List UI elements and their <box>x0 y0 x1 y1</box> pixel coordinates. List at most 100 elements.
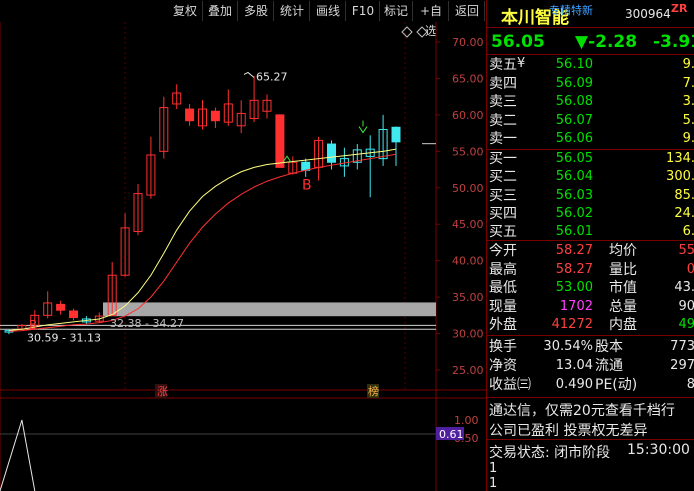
toolbar-button-7[interactable]: +自选 <box>414 1 449 38</box>
fin-label-a-1: 净资 <box>489 358 517 374</box>
ytick-label-8: 30.00 <box>452 328 484 341</box>
support-zone <box>103 302 436 317</box>
toolbar-button-8[interactable]: 返回 <box>450 1 485 21</box>
trade-status: 交易状态: 闭市阶段 <box>489 445 611 461</box>
stat-label-b-4: 内盘 <box>609 317 637 333</box>
fin-value-b-0: 773 <box>670 339 694 354</box>
left-signal-marker: B <box>29 318 37 332</box>
bid-price-1: 56.04 <box>555 169 593 185</box>
ytick-label-7: 35.00 <box>452 291 484 304</box>
fin-value-b-1: 297 <box>670 358 694 373</box>
bid-price-3: 56.02 <box>555 205 593 221</box>
ask-vol-2: 3. <box>682 94 694 109</box>
ad-text[interactable]: 通达信，仅需20元查看千档行 <box>489 400 675 420</box>
toolbar-button-6[interactable]: 标记 <box>380 1 413 21</box>
yuan-mark: ¥ <box>517 56 526 71</box>
ind-tick-0: 1.00 <box>454 414 479 427</box>
bid-vol-4: 6. <box>682 224 694 240</box>
stat-value-a-2: 53.00 <box>555 280 593 295</box>
stat-value-b-0: 55 <box>678 243 694 258</box>
ytick-label-6: 40.00 <box>452 255 484 268</box>
buy-signal-marker: B <box>302 177 312 193</box>
price-change: ▼-2.28 <box>575 32 638 52</box>
toolbar-button-4[interactable]: 画线 <box>311 1 346 21</box>
stat-value-a-4: 41272 <box>551 317 593 332</box>
ytick-label-2: 60.00 <box>452 109 484 122</box>
stat-value-b-1: 0 <box>686 261 694 277</box>
fin-value-a-0: 30.54% <box>543 339 593 354</box>
stock-code: 300964 <box>625 7 671 21</box>
candle-body-16 <box>210 110 220 122</box>
bid-vol-3: 24. <box>674 205 694 221</box>
ask-vol-3: 5. <box>682 112 694 128</box>
candle-body-5 <box>69 310 78 319</box>
candle-body-23 <box>301 161 311 171</box>
candle-body-30 <box>391 126 401 143</box>
ask-price-3: 56.07 <box>555 112 593 128</box>
separator <box>487 54 694 55</box>
ask-label-0: 卖五 <box>489 57 517 73</box>
stat-value-b-2: 43. <box>674 280 694 295</box>
candle-body-21 <box>275 114 285 168</box>
extra-row-2: 1 <box>489 476 498 491</box>
ask-price-2: 56.08 <box>555 94 593 109</box>
last-price: 56.05 <box>491 32 545 52</box>
ytick-label-3: 55.00 <box>452 145 484 158</box>
bid-vol-0: 134. <box>666 151 694 166</box>
fin-value-b-2: 8 <box>686 377 694 392</box>
bid-price-0: 56.05 <box>555 151 593 166</box>
stat-value-a-1: 58.27 <box>555 261 593 277</box>
toolbar-button-3[interactable]: 统计 <box>275 1 310 21</box>
low-range-label: 30.59 - 31.13 <box>27 331 101 344</box>
stat-value-a-0: 58.27 <box>555 243 593 258</box>
separator <box>487 439 694 440</box>
ask-price-0: 56.10 <box>555 57 593 72</box>
bid-price-4: 56.01 <box>555 224 593 240</box>
ask-price-4: 56.06 <box>555 131 593 146</box>
toolbar-button-1[interactable]: 叠加 <box>203 1 238 21</box>
stat-value-b-3: 90 <box>678 298 694 314</box>
fin-value-a-1: 13.04 <box>555 358 593 373</box>
ytick-label-1: 65.00 <box>452 72 484 85</box>
stat-label-b-3: 总量 <box>609 298 637 315</box>
fin-label-b-1: 流通 <box>595 358 623 374</box>
toolbar-button-5[interactable]: F10 <box>347 1 380 21</box>
bid-label-0: 买一 <box>489 151 517 167</box>
ask-label-1: 卖四 <box>489 75 517 92</box>
stat-label-a-4: 外盘 <box>489 317 517 333</box>
stat-label-a-2: 最低 <box>489 280 517 296</box>
zr-flag: ZR <box>671 2 688 15</box>
fin-label-b-0: 股本 <box>595 339 623 355</box>
candle-body-4 <box>56 303 66 311</box>
stat-value-b-4: 49 <box>678 317 694 332</box>
ytick-label-9: 25.00 <box>452 364 484 377</box>
kline-svg: 70.00 65.00 60.00 55.00 50.00 45.00 40.00 35.00… <box>0 22 486 491</box>
kline-chart[interactable]: 70.00 65.00 60.00 55.00 50.00 45.00 40.00 35.00… <box>0 22 486 491</box>
zone-range-label: 32.38 - 34.27 <box>110 317 184 330</box>
toolbar-button-2[interactable]: 多股 <box>239 1 274 21</box>
bid-label-3: 买四 <box>489 205 517 222</box>
down-arrow-icon <box>358 120 368 134</box>
ask-price-1: 56.09 <box>555 75 593 91</box>
bid-label-2: 买三 <box>489 187 517 204</box>
stat-value-a-3: 1702 <box>559 298 593 314</box>
extra-row-1: 1 <box>489 461 498 476</box>
ytick-label-0: 70.00 <box>452 36 484 49</box>
ind-value-label: 0.61 <box>439 428 464 441</box>
bid-price-2: 56.03 <box>555 187 593 203</box>
stat-label-b-2: 市值 <box>609 280 637 296</box>
tag-bang: 榜 <box>368 384 379 398</box>
diamond-icon <box>401 26 413 38</box>
stat-label-b-0: 均价 <box>609 243 637 259</box>
fin-label-a-2: 收益㈢ <box>489 377 531 393</box>
diamond-icon-2 <box>416 26 428 38</box>
separator <box>487 27 694 28</box>
tag-zhang: 涨 <box>157 385 168 398</box>
bid-label-1: 买二 <box>489 169 517 186</box>
ask-label-2: 卖三 <box>489 94 517 110</box>
fin-value-a-2: 0.490 <box>555 377 593 392</box>
candle-body-25 <box>327 143 336 163</box>
bid-vol-2: 85. <box>674 187 694 203</box>
toolbar-button-0[interactable]: 复权 <box>168 1 203 21</box>
ask-vol-4: 9. <box>682 131 694 146</box>
